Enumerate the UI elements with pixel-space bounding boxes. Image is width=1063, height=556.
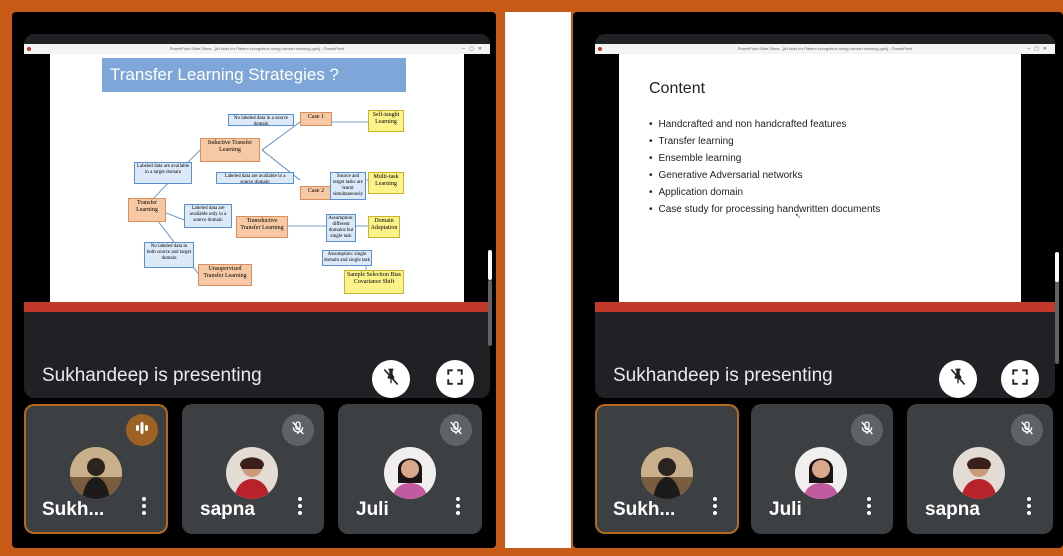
diagram-node-case2: Case 2 [300, 186, 332, 200]
scrollbar-thumb[interactable] [488, 250, 492, 280]
avatar [641, 447, 693, 499]
audio-level-icon [134, 420, 150, 441]
slide-bullet: Handcrafted and non handcrafted features [649, 116, 880, 133]
diagram-node-domain-adaptation: Domain Adaptation [368, 216, 400, 238]
participant-name: sapna [200, 499, 255, 520]
pin-off-icon [381, 367, 401, 392]
muted-indicator [851, 414, 883, 446]
fullscreen-icon [446, 368, 464, 391]
slide-letterbox-left [24, 54, 50, 302]
meet-window-right: PowerPoint Slide Show - [AI tools for Pa… [573, 12, 1063, 548]
slide-canvas: Content Handcrafted and non handcrafted … [619, 54, 1021, 302]
powerpoint-icon [598, 47, 602, 51]
diagram-note-no-labeled-both: No labeled data in both source and targe… [144, 242, 194, 268]
diagram-node-transductive: Transductive Transfer Learning [236, 216, 288, 238]
presentation-card[interactable]: PowerPoint Slide Show - [AI tools for Pa… [595, 34, 1055, 398]
diagram-node-multitask: Multi-task Learning [368, 172, 404, 194]
powerpoint-slideshow: PowerPoint Slide Show - [AI tools for Pa… [595, 44, 1055, 312]
powerpoint-icon [27, 47, 31, 51]
avatar [384, 447, 436, 499]
avatar [70, 447, 122, 499]
slide-letterbox-right [464, 54, 490, 302]
diagram-note-labeled-target-only: Labeled data are available only in a sou… [184, 204, 232, 228]
more-options-button[interactable] [867, 497, 871, 518]
more-options-button[interactable] [713, 497, 717, 518]
slide-bullet-list: Handcrafted and non handcrafted features… [649, 116, 881, 218]
unpin-button[interactable] [939, 360, 977, 398]
fullscreen-button[interactable] [1001, 360, 1039, 398]
slideshow-window-title: PowerPoint Slide Show - [AI tools for Pa… [169, 46, 345, 51]
pin-off-icon [948, 367, 968, 392]
diagram-note-no-labeled-source: No labeled data in a source domain [228, 114, 294, 127]
diagram-node-inductive: Inductive Transfer Learning [200, 138, 260, 162]
presenting-label: Sukhandeep is presenting [613, 365, 833, 386]
participant-name: Juli [356, 499, 389, 520]
participant-tile-juli[interactable]: Juli [751, 404, 893, 534]
diagram-node-transfer-learning: Transfer Learning [128, 198, 166, 222]
avatar [953, 447, 1005, 499]
slide-bullet: Application domain [649, 184, 880, 201]
participant-tile-sukh[interactable]: Sukh... [595, 404, 739, 534]
scrollbar-track[interactable] [488, 280, 492, 346]
diagram-note-assumption-different: Assumption: different domains but single… [326, 214, 356, 242]
participant-name: Sukh... [42, 499, 105, 520]
mic-off-icon [290, 420, 306, 441]
more-options-button[interactable] [456, 497, 460, 518]
slideshow-window-title: PowerPoint Slide Show - [AI tools for Pa… [737, 46, 913, 51]
mouse-cursor-icon: ↖ [795, 213, 801, 220]
diagram-node-sample-selection: Sample Selection Bias Covariance Shift [344, 270, 404, 294]
slide-bullet: Case study for processing handwritten do… [649, 201, 881, 218]
presentation-card[interactable]: PowerPoint Slide Show - [AI tools for Pa… [24, 34, 490, 398]
participant-name: sapna [925, 499, 980, 520]
participant-tile-sapna[interactable]: sapna [182, 404, 324, 534]
muted-indicator [1011, 414, 1043, 446]
muted-indicator [282, 414, 314, 446]
scrollbar-track[interactable] [1055, 280, 1059, 364]
diagram-node-case1: Case 1 [300, 112, 332, 126]
diagram-note-assumption-single: Assumption: single domain and single tas… [322, 250, 372, 266]
participant-tile-sukh[interactable]: Sukh... [24, 404, 168, 534]
window-gap [505, 12, 571, 548]
slide-bullet: Ensemble learning [649, 150, 880, 167]
diagram-node-self-taught: Self-taught Learning [368, 110, 404, 132]
slide-letterbox-left [595, 54, 619, 302]
slide-bullet: Transfer learning [649, 133, 880, 150]
participant-name: Juli [769, 499, 802, 520]
more-options-button[interactable] [298, 497, 302, 518]
participant-tile-juli[interactable]: Juli [338, 404, 482, 534]
slide-bullet: Generative Adversarial networks [649, 167, 880, 184]
diagram-note-labeled-source: Labeled data are available in a source d… [216, 172, 294, 185]
slideshow-status-bar [595, 302, 1055, 312]
avatar [795, 447, 847, 499]
mic-off-icon [448, 420, 464, 441]
diagram-node-unsupervised: Unsupervised Transfer Learning [198, 264, 252, 286]
mic-off-icon [1019, 420, 1035, 441]
window-controls: –▢✕ [1027, 46, 1051, 52]
scrollbar-thumb[interactable] [1055, 252, 1059, 282]
mic-off-icon [859, 420, 875, 441]
more-options-button[interactable] [1027, 497, 1031, 518]
participant-name: Sukh... [613, 499, 676, 520]
slideshow-status-bar [24, 302, 490, 312]
speaking-indicator [126, 414, 158, 446]
window-controls: –▢✕ [462, 46, 486, 52]
slide-title: Content [649, 80, 706, 97]
muted-indicator [440, 414, 472, 446]
slide-letterbox-right [1021, 54, 1055, 302]
fullscreen-button[interactable] [436, 360, 474, 398]
presenting-label: Sukhandeep is presenting [42, 365, 262, 386]
powerpoint-slideshow: PowerPoint Slide Show - [AI tools for Pa… [24, 44, 490, 312]
more-options-button[interactable] [142, 497, 146, 518]
unpin-button[interactable] [372, 360, 410, 398]
avatar [226, 447, 278, 499]
fullscreen-icon [1011, 368, 1029, 391]
diagram-note-source-target: Source and target tasks are learnt simul… [330, 172, 366, 200]
participant-tile-sapna[interactable]: sapna [907, 404, 1053, 534]
slide-canvas: Transfer Learning Strategies ? Transfer … [50, 54, 464, 302]
diagram-note-labeled-target: Labeled data are available in a target d… [134, 162, 192, 184]
meet-window-left: PowerPoint Slide Show - [AI tools for Pa… [12, 12, 496, 548]
